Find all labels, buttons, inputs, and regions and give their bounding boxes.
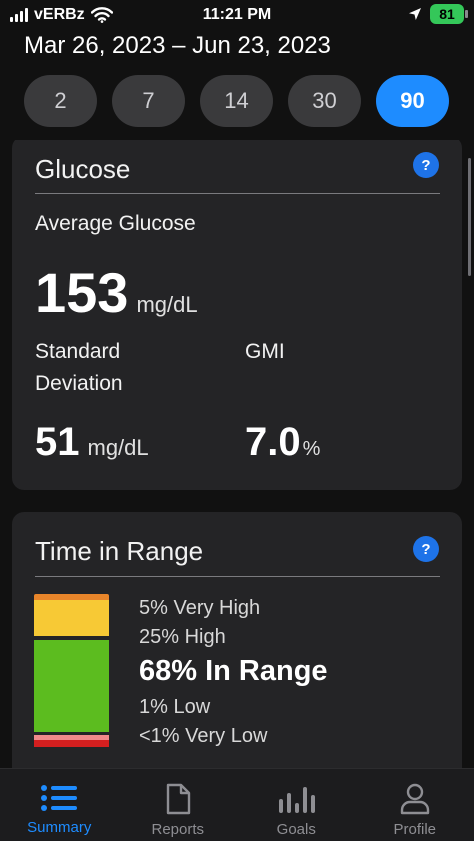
summary-content[interactable]: Glucose ? Average Glucose 153 mg/dL Stan… (0, 140, 474, 768)
avg-glucose-value: 153 mg/dL (35, 260, 198, 325)
avg-glucose-number: 153 (35, 261, 129, 324)
tab-profile[interactable]: Profile (356, 769, 474, 841)
tab-profile-label: Profile (393, 821, 437, 838)
sd-unit: mg/dL (87, 435, 149, 460)
in-range-segment (34, 640, 109, 732)
help-text: ? (421, 156, 431, 174)
gmi-number: 7.0 (245, 420, 301, 464)
header: Mar 26, 2023 – Jun 23, 2023 2 7 14 30 90 (0, 30, 474, 140)
tab-summary[interactable]: Summary (0, 769, 119, 841)
tab-reports[interactable]: Reports (119, 769, 238, 841)
sd-label-line2: Deviation (35, 372, 123, 395)
period-2-button[interactable]: 2 (24, 75, 97, 127)
sd-value: 51 mg/dL (35, 420, 149, 465)
help-text: ? (421, 540, 431, 558)
very-low-segment (34, 740, 109, 747)
period-30-button[interactable]: 30 (288, 75, 361, 127)
bar-chart-icon (276, 783, 316, 815)
sd-label-line1: Standard (35, 340, 121, 363)
person-icon (399, 783, 431, 815)
low-label: 1% Low (139, 696, 211, 718)
summary-screen: vERBz 11:21 PM 81 Mar 26, 2023 – Jun 23,… (0, 0, 474, 841)
status-bar: vERBz 11:21 PM 81 (0, 0, 474, 30)
avg-glucose-label: Average Glucose (35, 212, 196, 235)
glucose-card: Glucose ? Average Glucose 153 mg/dL Stan… (12, 140, 462, 490)
tab-goals[interactable]: Goals (237, 769, 356, 841)
tab-goals-label: Goals (276, 821, 316, 838)
period-14-button[interactable]: 14 (200, 75, 273, 127)
document-icon (163, 783, 193, 815)
list-icon (40, 783, 78, 813)
battery-level: 81 (439, 6, 455, 22)
glucose-help-icon[interactable]: ? (413, 152, 439, 178)
tab-bar: Summary Reports Goals Profile (0, 768, 474, 841)
high-segment (34, 600, 109, 636)
status-right: 81 (408, 4, 468, 24)
gmi-unit: % (302, 438, 321, 460)
tir-title: Time in Range (35, 536, 204, 566)
in-range-label: 68% In Range (139, 655, 328, 687)
battery-icon: 81 (430, 4, 468, 24)
high-label: 25% High (139, 626, 226, 648)
period-7-button[interactable]: 7 (112, 75, 185, 127)
tab-summary-label: Summary (27, 819, 92, 836)
very-low-label: <1% Very Low (139, 725, 268, 747)
glucose-divider (35, 193, 440, 194)
period-90-button[interactable]: 90 (376, 75, 449, 127)
tir-divider (35, 576, 440, 577)
date-range[interactable]: Mar 26, 2023 – Jun 23, 2023 (24, 32, 331, 60)
time-in-range-card: Time in Range ? 5% Very High 25% High 68… (12, 512, 462, 768)
tab-reports-label: Reports (151, 821, 205, 838)
glucose-title: Glucose (35, 154, 131, 184)
scrollbar[interactable] (468, 158, 471, 276)
period-selector: 2 7 14 30 90 (24, 75, 449, 127)
sd-number: 51 (35, 420, 80, 464)
gmi-label: GMI (245, 340, 285, 363)
location-icon (408, 7, 422, 21)
very-high-label: 5% Very High (139, 597, 261, 619)
avg-glucose-unit: mg/dL (136, 292, 198, 317)
time-in-range-bar (34, 594, 109, 747)
sd-label: Standard Deviation (35, 336, 123, 400)
gmi-value: 7.0 % (245, 420, 320, 465)
tir-help-icon[interactable]: ? (413, 536, 439, 562)
status-time: 11:21 PM (202, 6, 272, 23)
